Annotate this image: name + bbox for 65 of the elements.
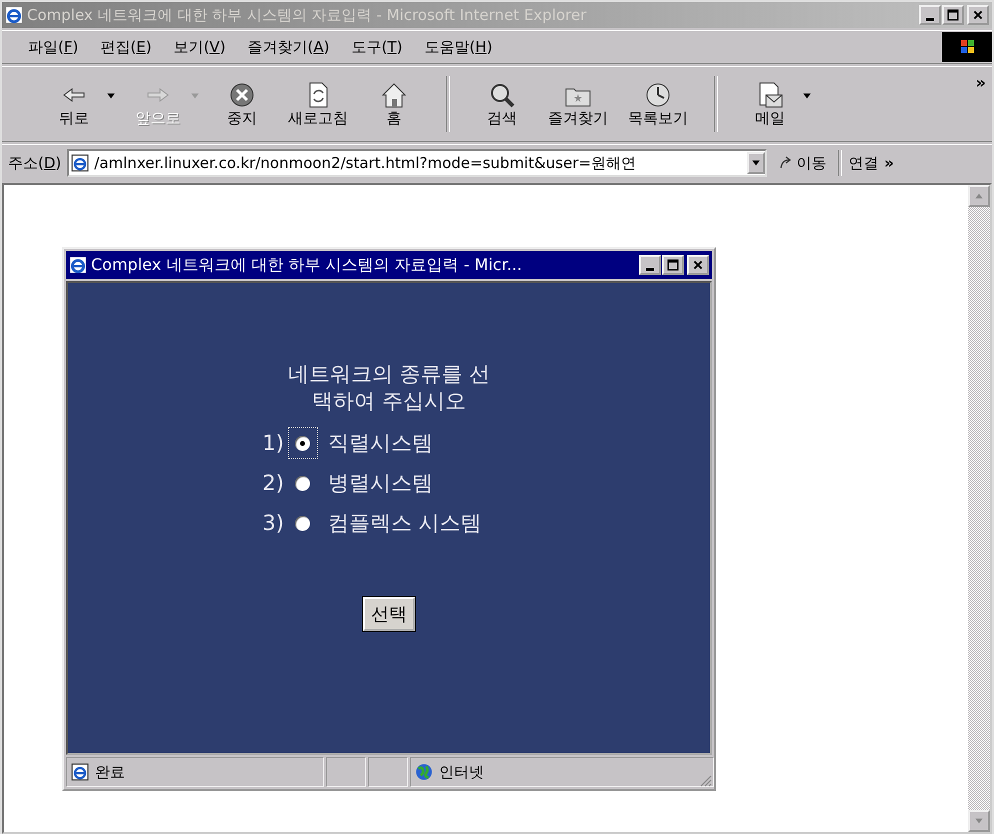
- status-panel: [326, 757, 366, 787]
- close-button[interactable]: [967, 5, 989, 25]
- scroll-down-button[interactable]: [968, 810, 990, 832]
- clock-icon: [644, 80, 672, 108]
- close-icon: [692, 259, 704, 271]
- option-label: 직렬시스템: [328, 430, 433, 457]
- toolbar-button[interactable]: 홈: [358, 78, 430, 130]
- minimize-button[interactable]: [639, 255, 661, 275]
- more-button[interactable]: »: [976, 73, 986, 92]
- minimize-icon: [646, 268, 654, 270]
- menu-item[interactable]: 편집(E): [100, 38, 152, 56]
- windows-logo-icon: [942, 32, 992, 62]
- minimize-icon: [926, 18, 934, 20]
- option-label: 병렬시스템: [328, 470, 433, 497]
- select-button[interactable]: 선택: [363, 597, 415, 631]
- menu-item[interactable]: 즐겨찾기(A): [248, 38, 330, 56]
- house-icon: [380, 80, 408, 108]
- menu-item[interactable]: 도움말(H): [424, 38, 492, 56]
- go-arrow-icon: [779, 156, 794, 170]
- toolbar-button[interactable]: 메일: [734, 78, 806, 130]
- menu-item[interactable]: 파일(F): [28, 38, 78, 56]
- globe-icon: [415, 763, 433, 781]
- toolbar-button[interactable]: 검색: [466, 78, 538, 130]
- more-button[interactable]: »: [884, 154, 894, 172]
- option-number: 3): [262, 511, 284, 535]
- browser-logo-icon: [5, 6, 23, 24]
- window-title: Complex 네트워크에 대한 하부 시스템의 자료입력 - Micr...: [91, 254, 523, 276]
- address-label: 주소(D): [8, 154, 62, 172]
- links-button[interactable]: 연결: [848, 154, 878, 172]
- radio-button[interactable]: [288, 427, 318, 459]
- close-icon: [972, 9, 984, 21]
- minimize-button[interactable]: [919, 5, 941, 25]
- dropdown-button[interactable]: [747, 152, 766, 174]
- resize-grip-icon[interactable]: [698, 773, 712, 787]
- address-field[interactable]: /amlnxer.linuxer.co.kr/nonmoon2/start.html?mode=submit&user=원해연: [67, 149, 768, 177]
- go-button[interactable]: 이동: [773, 154, 832, 172]
- scrollbar[interactable]: [968, 185, 990, 832]
- maximize-icon: [667, 259, 679, 271]
- toolbar-button[interactable]: 목록보기: [618, 78, 698, 130]
- option-label: 컴플렉스 시스템: [328, 510, 482, 537]
- maximize-button[interactable]: [662, 255, 684, 275]
- page-icon: [71, 154, 90, 172]
- menu-item[interactable]: 보기(V): [174, 38, 226, 56]
- zone-text: 인터넷: [439, 762, 484, 782]
- status-panel: [368, 757, 408, 787]
- option-number: 2): [262, 471, 284, 495]
- stop-icon: [228, 80, 256, 108]
- dropdown-arrow-icon[interactable]: [802, 91, 812, 101]
- scroll-up-button[interactable]: [968, 185, 990, 207]
- browser-logo-icon: [69, 256, 87, 274]
- toolbar-button[interactable]: 새로고침: [278, 78, 358, 130]
- toolbar-button[interactable]: 중지: [206, 78, 278, 130]
- maximize-button[interactable]: [942, 5, 964, 25]
- close-button[interactable]: [687, 255, 709, 275]
- dropdown-arrow-icon: [751, 158, 762, 168]
- toolbar-button[interactable]: 즐겨찾기: [538, 78, 618, 130]
- status-text: 완료: [95, 762, 125, 782]
- page-icon: [71, 763, 89, 781]
- prompt-text: 네트워크의 종류를 선: [288, 361, 490, 388]
- prompt-text: 택하여 주십시오: [312, 388, 466, 415]
- toolbar-button[interactable]: 뒤로: [38, 78, 110, 130]
- maximize-icon: [947, 9, 959, 21]
- option-number: 1): [262, 431, 284, 455]
- menu-item[interactable]: 도구(T): [352, 38, 402, 56]
- dropdown-arrow-icon[interactable]: [106, 91, 116, 101]
